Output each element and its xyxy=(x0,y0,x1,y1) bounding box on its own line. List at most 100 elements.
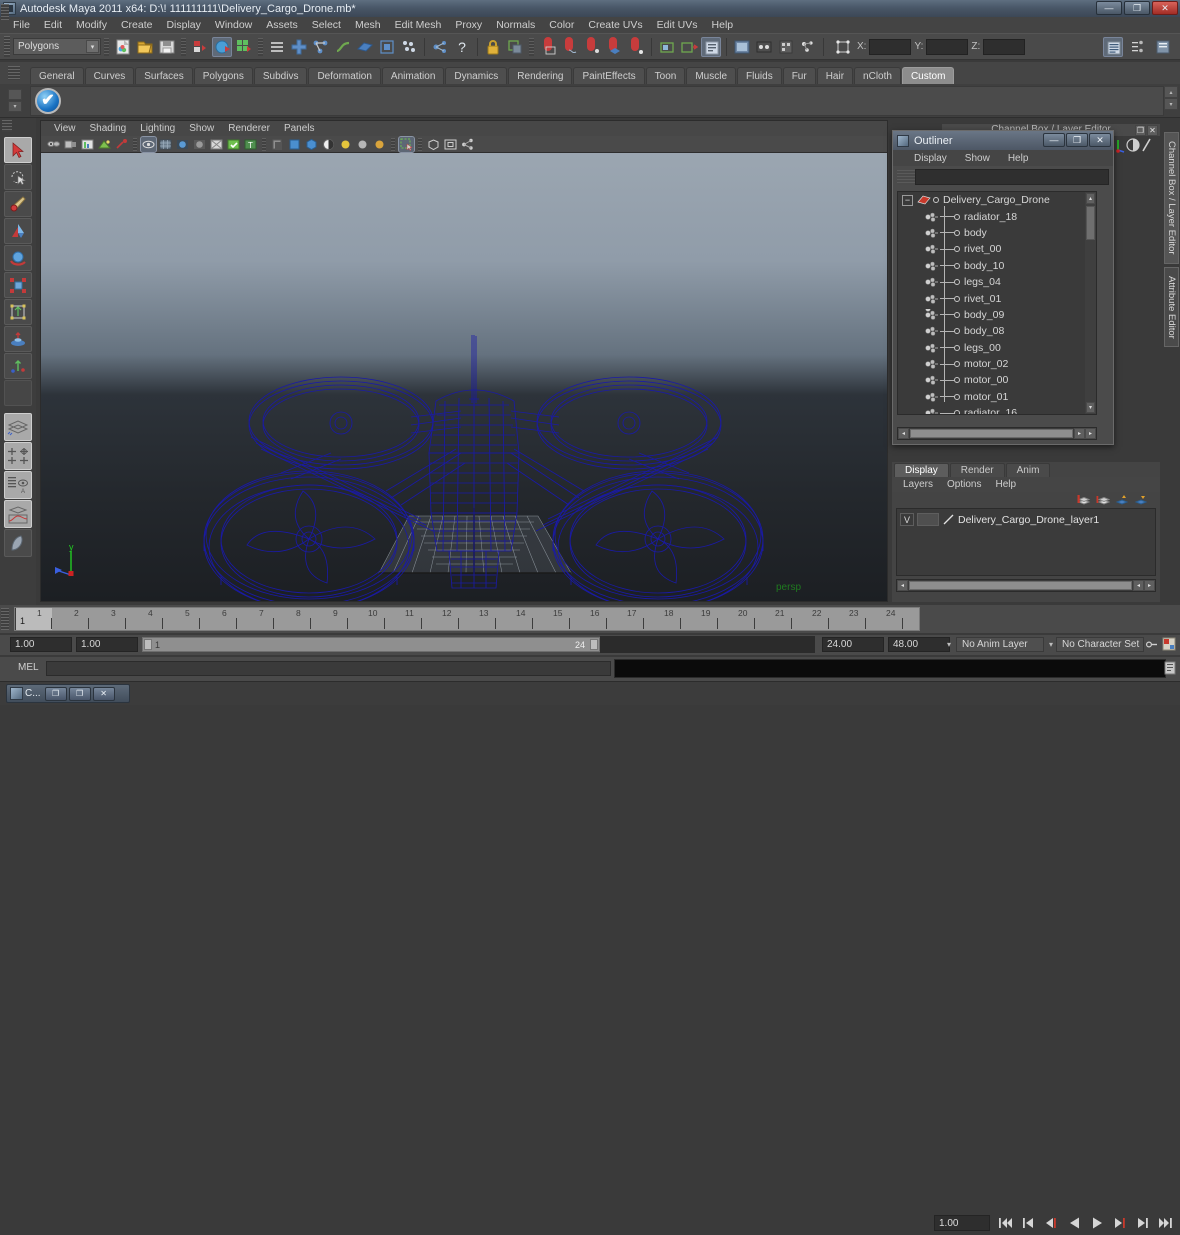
taskbar-restore-button[interactable]: ❐ xyxy=(44,686,67,701)
anim-layer-dropdown[interactable]: No Anim Layer xyxy=(956,637,1044,652)
layer-menu-layers[interactable]: Layers xyxy=(896,479,940,490)
shelf-scroll-up-icon[interactable]: ▴ xyxy=(1164,86,1178,98)
toolbox-grip[interactable] xyxy=(2,120,12,132)
shelf-tab-dynamics[interactable]: Dynamics xyxy=(445,67,508,84)
outliner-expand-toggle[interactable]: − xyxy=(902,194,913,206)
character-set-dropdown[interactable]: No Character Set xyxy=(1056,637,1144,652)
viewport-menu-view[interactable]: View xyxy=(47,123,83,134)
outliner-item-row[interactable]: motor_02 xyxy=(898,356,1096,372)
tab-render[interactable]: Render xyxy=(949,463,1005,477)
shelf-scroll-down-icon[interactable]: ▾ xyxy=(1164,98,1178,110)
toolbar-grip[interactable] xyxy=(4,36,10,57)
viewport-menu-shading[interactable]: Shading xyxy=(83,123,134,134)
layer-visibility-toggle[interactable]: V xyxy=(900,513,914,526)
show-channel-box-icon[interactable] xyxy=(1103,36,1123,57)
outliner-vertical-scrollbar[interactable]: ▴ ▾ xyxy=(1085,192,1096,414)
shelf-tab-general[interactable]: General xyxy=(30,67,84,84)
select-tool[interactable] xyxy=(4,137,32,163)
scroll-right-page-icon[interactable]: ▸ xyxy=(1085,428,1096,439)
outliner-filter-icon[interactable] xyxy=(897,169,915,185)
range-left-handle[interactable] xyxy=(144,639,152,650)
viewport-share-icon[interactable] xyxy=(460,137,475,152)
bookmark-icon[interactable] xyxy=(80,137,95,152)
menu-modify[interactable]: Modify xyxy=(69,18,114,32)
shelf-tab-fur[interactable]: Fur xyxy=(782,67,816,84)
outliner-item-row[interactable]: motor_01 xyxy=(898,389,1096,405)
z-field[interactable] xyxy=(983,38,1026,55)
menu-edit[interactable]: Edit xyxy=(37,18,69,32)
range-right-handle[interactable] xyxy=(590,639,598,650)
xray-icon[interactable] xyxy=(209,137,224,152)
move-layer-down-icon[interactable] xyxy=(1134,494,1148,506)
add-divisions-icon[interactable] xyxy=(289,37,309,57)
outliner-tree[interactable]: − Delivery_Cargo_Drone radiator_18 body xyxy=(897,191,1097,415)
open-scene-icon[interactable] xyxy=(135,37,155,57)
shelf-tab-deformation[interactable]: Deformation xyxy=(308,67,381,84)
viewport-menu-lighting[interactable]: Lighting xyxy=(133,123,182,134)
outliner-maximize-button[interactable]: ❐ xyxy=(1066,133,1088,147)
shelf-right-scroll[interactable]: ▴ ▾ xyxy=(1164,86,1178,110)
camera-attributes-icon[interactable] xyxy=(63,137,78,152)
step-forward-frame-button[interactable] xyxy=(1111,1214,1129,1232)
layer-scroll-left-icon[interactable]: ◂ xyxy=(897,580,908,591)
layer-horizontal-scrollbar[interactable]: ◂ ◂ ▸ xyxy=(896,579,1156,592)
render-settings-window-icon[interactable] xyxy=(776,37,796,57)
command-language-label[interactable]: MEL xyxy=(18,662,39,673)
shelf-tab-surfaces[interactable]: Surfaces xyxy=(135,67,193,84)
snap-to-view-plane-icon[interactable] xyxy=(626,36,646,57)
outliner-item-row[interactable]: rivet_00 xyxy=(898,241,1096,257)
redo-icon[interactable] xyxy=(212,36,232,57)
anim-end-field[interactable]: 48.00 xyxy=(888,637,950,652)
snap-grid-icon[interactable] xyxy=(234,37,254,57)
scroll-left-icon[interactable]: ◂ xyxy=(898,428,909,439)
save-scene-icon[interactable] xyxy=(157,37,177,57)
sculpt-geometry-icon[interactable] xyxy=(399,37,419,57)
light-orange-icon[interactable] xyxy=(372,137,387,152)
lasso-select-tool[interactable] xyxy=(4,164,32,190)
check-shelf-button[interactable]: ✔ xyxy=(35,87,61,114)
ipr-render-icon[interactable] xyxy=(754,37,774,57)
layer-scrollbar-track[interactable] xyxy=(909,581,1132,590)
shade-flat-icon[interactable] xyxy=(192,137,207,152)
new-layer-from-selected-icon[interactable] xyxy=(1096,494,1111,506)
outliner-item-row[interactable]: body_10 xyxy=(898,258,1096,274)
shelf-tab-ncloth[interactable]: nCloth xyxy=(854,67,901,84)
outliner-search-input[interactable] xyxy=(915,169,1109,185)
outliner-item-row[interactable]: legs_00 xyxy=(898,340,1096,356)
isolate-select-icon[interactable] xyxy=(398,135,415,153)
shelf-tab-curves[interactable]: Curves xyxy=(84,67,135,84)
menu-color[interactable]: Color xyxy=(542,18,581,32)
shelf-tab-polygons[interactable]: Polygons xyxy=(193,67,253,84)
light-gray-icon[interactable] xyxy=(355,137,370,152)
outliner-menu-help[interactable]: Help xyxy=(999,153,1038,164)
hotbox-layout[interactable] xyxy=(4,529,32,557)
show-attribute-editor-icon[interactable] xyxy=(1128,37,1148,57)
menu-display[interactable]: Display xyxy=(159,18,207,32)
split-polygon-icon[interactable] xyxy=(311,37,331,57)
menu-help[interactable]: Help xyxy=(705,18,741,32)
menu-proxy[interactable]: Proxy xyxy=(448,18,489,32)
outliner-item-row[interactable]: radiator_18 xyxy=(898,208,1096,224)
tab-attribute-editor[interactable]: Attribute Editor xyxy=(1164,266,1179,348)
lock-icon[interactable] xyxy=(483,37,503,57)
last-tool-used[interactable] xyxy=(4,380,32,406)
snap-to-projected-center-icon[interactable] xyxy=(604,36,624,57)
insert-edge-loop-icon[interactable] xyxy=(333,37,353,57)
rotate-tool[interactable] xyxy=(4,245,32,271)
range-slider-bar[interactable]: 1 24 xyxy=(142,637,600,652)
bevel-icon[interactable] xyxy=(355,37,375,57)
play-forwards-button[interactable] xyxy=(1088,1214,1106,1232)
current-time-field[interactable]: 1.00 xyxy=(934,1215,990,1231)
time-slider-grip[interactable] xyxy=(1,608,9,630)
help-icon[interactable]: ? xyxy=(452,37,472,57)
horizontal-scrollbar-track[interactable] xyxy=(910,429,1073,438)
tab-display[interactable]: Display xyxy=(894,463,949,477)
shelf-tab-subdivs[interactable]: Subdivs xyxy=(253,67,308,84)
taskbar-close-button[interactable]: ✕ xyxy=(92,686,115,701)
construction-history-icon[interactable] xyxy=(430,37,450,57)
menu-normals[interactable]: Normals xyxy=(489,18,542,32)
layer-row[interactable]: V Delivery_Cargo_Drone_layer1 xyxy=(900,512,1152,527)
scroll-down-icon[interactable]: ▾ xyxy=(1086,402,1095,413)
anim-start-field[interactable]: 1.00 xyxy=(10,637,72,652)
tab-channel-box-layer-editor[interactable]: Channel Box / Layer Editor xyxy=(1164,132,1179,264)
